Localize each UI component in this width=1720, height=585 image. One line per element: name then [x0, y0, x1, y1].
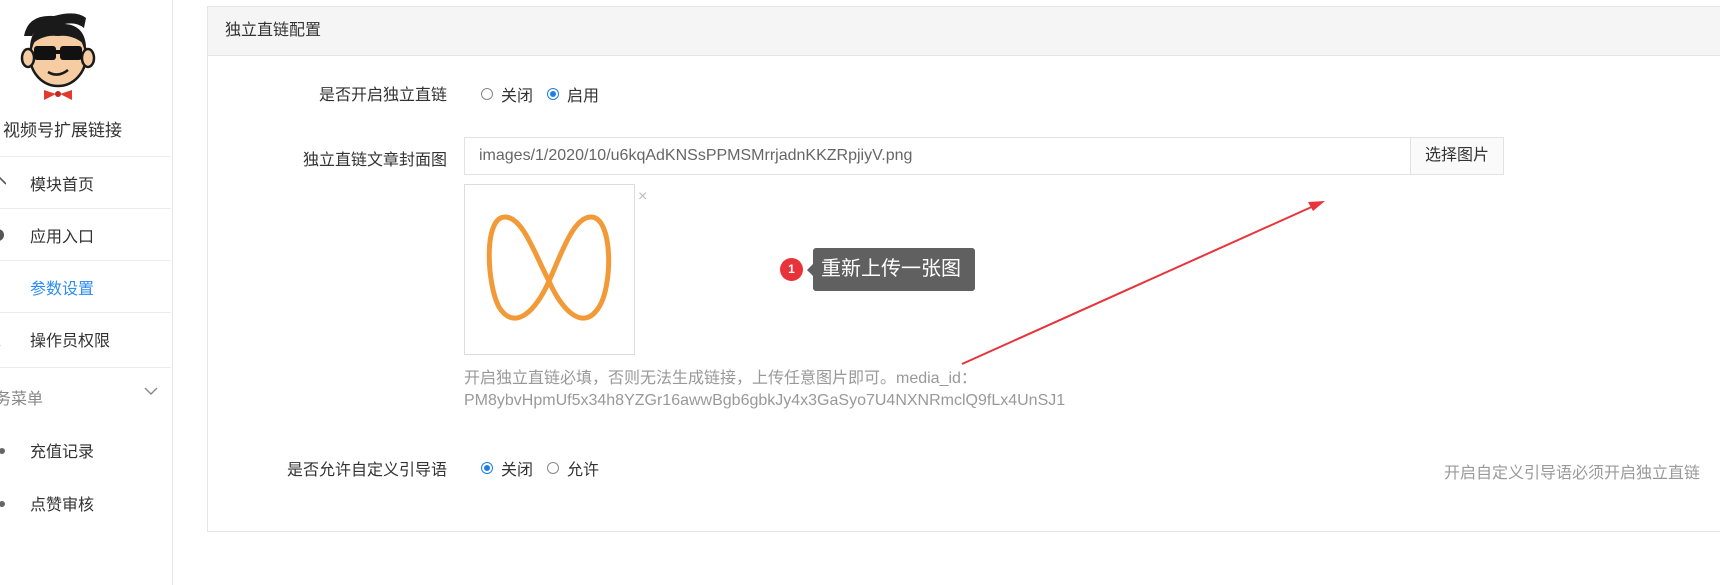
bullet-icon — [0, 441, 11, 459]
sidebar-item-label: 参数设置 — [30, 280, 95, 298]
home-icon — [0, 174, 7, 192]
sidebar-group-toggle[interactable]: 务菜单 — [0, 367, 171, 421]
bullet-icon — [0, 494, 11, 512]
enable-direct-link-radios: 关闭 启用 — [481, 82, 613, 106]
sidebar: 视频号扩展链接 模块首页 应用入口 参数设置 操作员权限 务菜单 充值记录 — [0, 0, 173, 585]
radio-label: 关闭 — [501, 462, 534, 479]
cover-help-text: 开启独立直链必填，否则无法生成链接，上传任意图片即可。media_id： PM8… — [464, 368, 1065, 412]
radio-enable-off[interactable]: 关闭 — [481, 82, 533, 106]
circle-icon — [0, 226, 6, 244]
radio-guide-off[interactable]: 关闭 — [481, 456, 533, 480]
cover-image-input-group: 选择图片 — [464, 137, 1504, 175]
app-name: 视频号扩展链接 — [3, 121, 122, 140]
radio-label: 关闭 — [501, 88, 534, 105]
sidebar-item-recharge[interactable]: 充值记录 — [0, 424, 171, 476]
radio-circle[interactable] — [547, 462, 560, 474]
user-icon — [0, 330, 6, 348]
sidebar-item-label: 模块首页 — [30, 176, 95, 194]
custom-guide-label: 是否允许自定义引导语 — [286, 462, 447, 479]
radio-label: 启用 — [567, 88, 600, 105]
custom-guide-radios: 关闭 允许 — [481, 456, 613, 480]
radio-label: 允许 — [567, 462, 600, 479]
radio-circle[interactable] — [481, 88, 493, 100]
sidebar-item-label: 充值记录 — [30, 444, 95, 461]
sidebar-group-label: 务菜单 — [0, 391, 44, 408]
sidebar-item-operator[interactable]: 操作员权限 — [0, 312, 171, 364]
enable-direct-link-label: 是否开启独立直链 — [318, 87, 447, 104]
remove-image-icon[interactable]: × — [638, 188, 647, 206]
sidebar-item-app-entry[interactable]: 应用入口 — [0, 208, 171, 260]
radio-circle-checked[interactable] — [547, 88, 560, 100]
cover-image-path-input[interactable] — [465, 138, 1410, 174]
radio-guide-allow[interactable]: 允许 — [547, 456, 599, 480]
sidebar-item-label: 点赞审核 — [30, 497, 95, 514]
annotation-badge: 1 — [780, 258, 803, 281]
radio-circle-checked[interactable] — [481, 462, 493, 474]
chevron-down-icon — [144, 387, 158, 395]
infinity-logo-icon — [486, 214, 612, 321]
panel-title: 独立直链配置 — [208, 7, 1720, 56]
annotation-tooltip: 重新上传一张图 — [807, 248, 975, 291]
sidebar-item-label: 应用入口 — [30, 228, 95, 246]
cover-help-media-id: PM8ybvHpmUf5x34h8YZGr16awwBgb6gbkJy4x3Ga… — [464, 392, 1066, 409]
sidebar-item-label: 操作员权限 — [30, 332, 111, 350]
settings-dots-icon — [0, 278, 6, 296]
cover-image-label: 独立直链文章封面图 — [302, 152, 447, 169]
sidebar-item-like-review[interactable]: 点赞审核 — [0, 477, 171, 529]
cover-help-line-1: 开启独立直链必填，否则无法生成链接，上传任意图片即可。media_id： — [464, 370, 977, 387]
select-image-button[interactable]: 选择图片 — [1410, 138, 1503, 174]
sidebar-item-home[interactable]: 模块首页 — [0, 156, 171, 208]
logo-avatar-icon — [20, 13, 96, 100]
cover-image-thumbnail — [464, 184, 635, 355]
sidebar-item-settings[interactable]: 参数设置 — [0, 260, 171, 312]
radio-enable-on[interactable]: 启用 — [547, 82, 599, 106]
custom-guide-help-text: 开启自定义引导语必须开启独立直链 — [1443, 465, 1700, 482]
